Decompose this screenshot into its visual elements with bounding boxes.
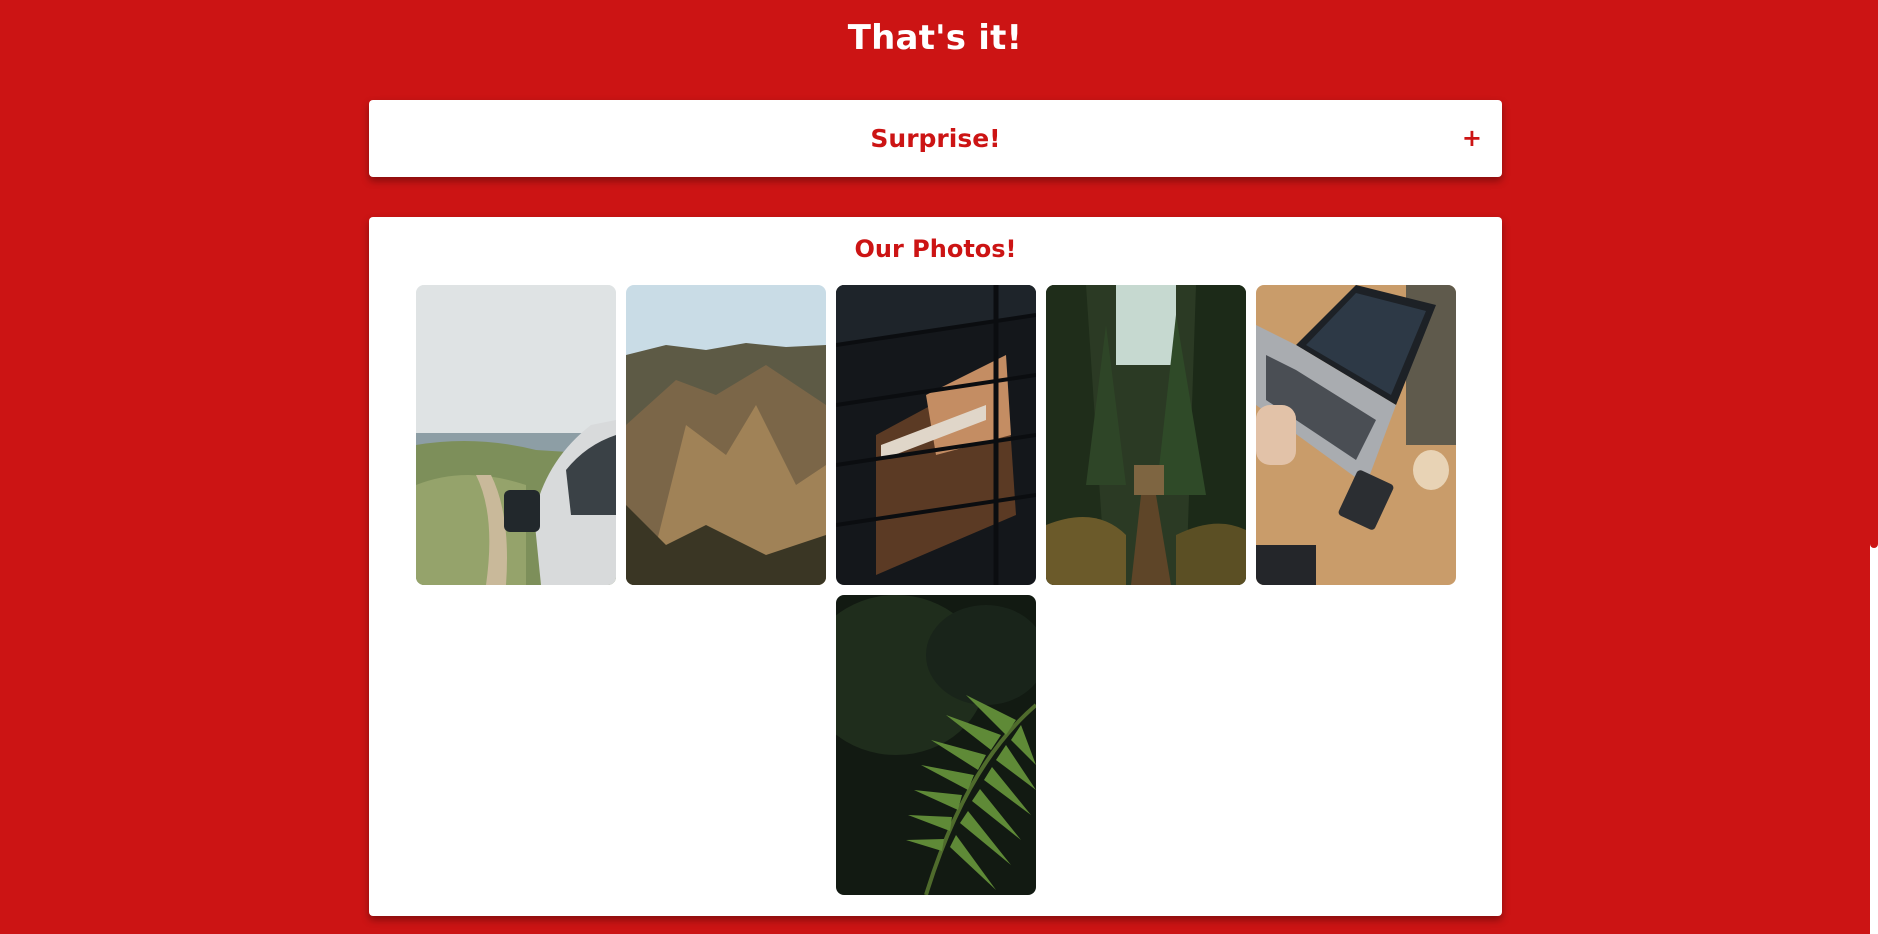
photo-forest-path[interactable] bbox=[1046, 285, 1246, 585]
photo-laptop-desk[interactable] bbox=[1256, 285, 1456, 585]
photo-mountain-ridge[interactable] bbox=[626, 285, 826, 585]
page: That's it! Surprise! + Our Photos! bbox=[0, 0, 1878, 934]
expand-plus-icon[interactable]: + bbox=[1462, 100, 1482, 177]
accordion-label: Surprise! bbox=[870, 124, 1001, 153]
photo-van-coast[interactable] bbox=[416, 285, 616, 585]
page-scrollbar[interactable] bbox=[1870, 0, 1878, 934]
page-title: That's it! bbox=[847, 18, 1023, 58]
scrollbar-thumb[interactable] bbox=[1870, 0, 1878, 548]
photo-building-reflection[interactable] bbox=[836, 285, 1036, 585]
photo-gallery: Our Photos! bbox=[369, 217, 1502, 916]
gallery-title: Our Photos! bbox=[854, 235, 1017, 263]
photo-fern[interactable] bbox=[836, 595, 1036, 895]
surprise-accordion[interactable]: Surprise! + bbox=[369, 100, 1502, 177]
